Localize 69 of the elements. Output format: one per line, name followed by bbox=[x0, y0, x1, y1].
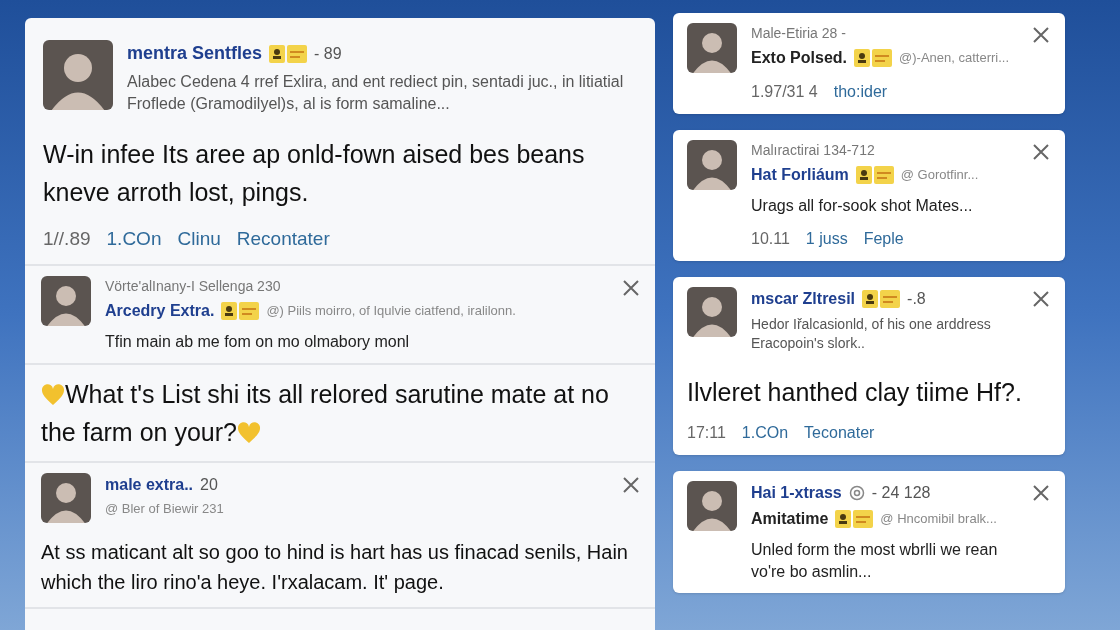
timestamp: 1//.89 bbox=[43, 227, 91, 251]
avatar-placeholder bbox=[43, 40, 113, 110]
post-title: Exto Polsed. bbox=[751, 48, 848, 68]
count-text: - 24 128 bbox=[871, 483, 931, 503]
meta-text: @ Bler of Biewir 231 bbox=[105, 499, 224, 518]
author-name[interactable]: Hat Forliáum bbox=[751, 163, 849, 187]
meta-text: @ Hncomibil bralk... bbox=[880, 510, 997, 529]
summary-text: Hedor Iřalcasionld, of his one arddress Eracopoin's slork.. bbox=[751, 315, 992, 353]
message-text: Tfin main ab me fom on mo olmabory monl bbox=[105, 331, 411, 352]
card-icon bbox=[239, 301, 260, 320]
timestamp: 17:11 bbox=[687, 423, 726, 443]
count-text: -.8 bbox=[907, 289, 926, 309]
avatar-placeholder bbox=[41, 472, 91, 523]
author-name[interactable]: mentra Sentfles bbox=[127, 40, 263, 67]
badge-icon bbox=[862, 290, 879, 308]
meta-text: @ Gorotfinr... bbox=[900, 166, 979, 185]
avatar-placeholder bbox=[687, 23, 737, 73]
close-icon bbox=[622, 278, 640, 297]
author-name[interactable]: male extra.. bbox=[105, 472, 194, 497]
card-icon bbox=[873, 166, 894, 184]
count-text: 20 bbox=[200, 474, 218, 495]
badge-icon bbox=[854, 49, 871, 67]
heart-icon bbox=[236, 421, 261, 444]
action-link[interactable]: 1 juss bbox=[805, 227, 848, 251]
post-body: What t's List shi its all relored sarutine mate at no the farm on your? bbox=[41, 378, 610, 448]
card-icon bbox=[872, 49, 893, 67]
close-icon bbox=[622, 475, 640, 494]
close-icon bbox=[1032, 26, 1050, 44]
at-icon bbox=[848, 485, 865, 501]
post-title: Amitatime bbox=[751, 509, 829, 529]
action-link[interactable]: Recontater bbox=[236, 225, 330, 254]
author-name[interactable]: mscar Zltresil bbox=[751, 287, 856, 311]
post-body: At ss maticant alt so goo to hind is hart has us finacad senils, Hain which the liro rino'a heye. I'rxalacam. It' page. bbox=[41, 539, 629, 595]
author-name[interactable]: Arcedry Extra. bbox=[105, 298, 215, 323]
action-link[interactable]: Feple bbox=[863, 227, 904, 251]
overline-text: Malıractirai 134-712 bbox=[751, 141, 875, 160]
overline-text: Male-Etiria 28 - bbox=[751, 24, 846, 43]
badge-icon bbox=[221, 301, 238, 320]
card-icon bbox=[287, 44, 308, 63]
action-link[interactable]: tho:ider bbox=[833, 80, 888, 104]
avatar-placeholder bbox=[687, 481, 737, 531]
meta-text: @)-Anen, catterri... bbox=[899, 49, 1010, 68]
timestamp: 1.97/31 4 bbox=[751, 82, 818, 102]
avatar-placeholder bbox=[41, 275, 91, 326]
card-icon bbox=[853, 510, 874, 528]
avatar-placeholder bbox=[687, 287, 737, 337]
card-icon bbox=[880, 290, 901, 308]
close-icon bbox=[1032, 143, 1050, 161]
action-link[interactable]: Clinu bbox=[177, 225, 221, 254]
close-icon bbox=[1032, 290, 1050, 308]
avatar-placeholder bbox=[687, 140, 737, 190]
action-link[interactable]: Teconater bbox=[804, 421, 875, 445]
heart-icon bbox=[41, 383, 65, 406]
post-body: Ilvleret hanthed clay tiime Hf?. bbox=[687, 377, 1023, 408]
summary-text: Alabec Cedena 4 rref Exlira, and ent rediect pin, sentadi juc., in litiatial Froflede (Gramodilyel)s, al is form samaline... bbox=[127, 72, 625, 114]
post-body: W-in infee Its aree ap onld-fown aised bes beans kneve arroth lost, pings. bbox=[43, 139, 586, 208]
action-link[interactable]: 1.COn bbox=[106, 225, 162, 254]
action-link[interactable]: 1.COn bbox=[741, 421, 789, 445]
message-text: Urags all for-sook shot Mates... bbox=[751, 196, 974, 216]
close-icon bbox=[1032, 484, 1050, 502]
badge-icon bbox=[855, 166, 872, 184]
overline-text: Vörte'alInany-I Sellenga 230 bbox=[105, 276, 281, 296]
meta-text: @) Piils moirro, of Iqulvie ciatfend, iralilonn. bbox=[266, 301, 516, 320]
timestamp: 10.11 bbox=[751, 229, 790, 249]
badge-icon bbox=[835, 510, 852, 528]
badge-icon bbox=[269, 44, 286, 63]
message-text: Unled form the most wbrlli we rean vo're bo asmlin... bbox=[751, 540, 999, 582]
count-text: - 89 bbox=[314, 43, 342, 64]
author-name[interactable]: Hai 1-xtrass bbox=[751, 481, 842, 505]
